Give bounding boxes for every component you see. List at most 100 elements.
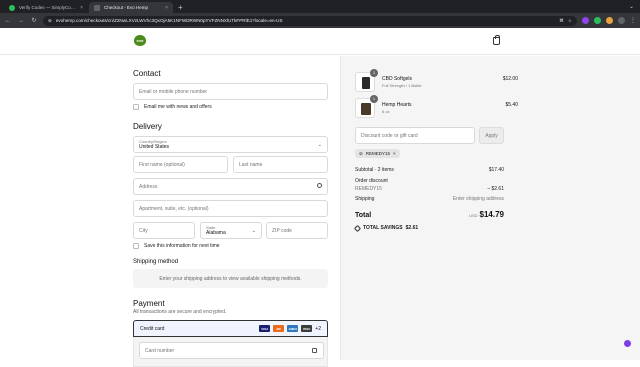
url-bar[interactable]: ⊜ evohemp.com/checkouts/cn/Z2NwLXVzLWVhc… [43,15,577,26]
credit-card-label: Credit card [140,325,165,332]
reload-icon[interactable]: ↻ [30,17,38,24]
chevron-down-icon: ⌄ [251,228,256,234]
address-bar-row: ← → ↻ ⊜ evohemp.com/checkouts/cn/Z2NwLXV… [0,13,640,28]
applied-discount-chip: ⊘ REMEDY15 × [355,149,400,158]
bookmark-star-icon[interactable]: ☆ [568,18,572,24]
savings-label: TOTAL SAVINGS [363,225,403,231]
contact-heading: Contact [133,69,161,78]
tag-icon [353,224,362,232]
new-tab-button[interactable]: + [174,2,187,13]
search-icon [317,183,322,188]
first-name-field[interactable]: First name (optional) [133,156,228,173]
apply-button[interactable]: Apply [479,127,504,144]
discount-value: – $2.61 [487,186,504,192]
close-icon[interactable]: × [165,5,168,11]
lock-icon [312,348,317,353]
extension-icon[interactable] [582,17,589,24]
item-price: $5.40 [505,102,518,108]
item-variant: 8 oz [382,109,390,114]
credit-card-form: Card number [133,337,328,367]
profile-avatar[interactable] [618,17,625,24]
total-value: $14.79 [479,210,504,219]
currency-label: USD [469,213,478,218]
product-thumbnail: 1 [355,69,378,92]
total-label: Total [355,212,372,219]
quantity-badge: 1 [370,69,378,77]
city-field[interactable]: City [133,222,195,239]
delivery-heading: Delivery [133,122,162,131]
zip-field[interactable]: ZIP code [266,222,328,239]
extension-icon[interactable] [606,17,613,24]
email-field[interactable]: Email or mobile phone number [133,83,328,100]
discount-code-label: REMEDY15 [355,186,382,192]
payment-heading: Payment [133,299,165,308]
evo-hemp-logo[interactable]: evo [134,35,146,46]
total-savings: TOTAL SAVINGS $2.61 [353,224,419,232]
chevron-down-icon: ⌄ [317,142,322,148]
newsletter-label: Email me with news and offers [144,104,212,110]
line-item: 1 Hemp Hearts 8 oz $5.40 [355,95,518,120]
floating-extension-button[interactable] [624,340,631,347]
save-info-checkbox-row[interactable]: Save this information for next time [133,243,220,249]
newsletter-checkbox[interactable] [133,104,139,110]
state-value: Alabama [206,230,226,236]
tab-checkout[interactable]: Checkout - Evo Hemp × [89,2,173,13]
browser-tab-strip: Verify Codes — SimplyCodes × Checkout - … [0,0,640,13]
order-discount-row: Order discount [355,178,504,184]
url-text: evohemp.com/checkouts/cn/Z2NwLXVzLWVhc3Q… [55,18,283,23]
total-row: Total USD $14.79 [355,210,504,219]
tag-icon: ⊘ [359,150,363,156]
item-name: CBD Softgels [382,76,413,82]
simplycodes-favicon-icon [9,4,15,11]
tab-title: Verify Codes — SimplyCodes [19,5,77,10]
shopping-bag-icon[interactable] [493,35,500,45]
shipping-value: Enter shipping address [452,196,504,202]
country-value: United States [139,144,170,150]
address-field[interactable]: Address [133,178,328,195]
shipping-row: Shipping Enter shipping address [355,196,504,202]
card-logos: VISA MC AMEX DISC +2 [259,325,321,332]
shipping-label: Shipping [355,196,375,202]
subtotal-value: $17.40 [488,167,504,173]
line-item: 1 CBD Softgels Full Strength / 1 Bottle … [355,69,518,94]
back-icon[interactable]: ← [4,18,12,24]
amex-icon: AMEX [287,325,299,332]
card-number-field[interactable]: Card number [139,342,324,359]
country-select[interactable]: Country/Region United States ⌄ [133,136,328,153]
subtotal-label: Subtotal · 2 items [355,167,394,173]
translate-icon[interactable]: ⌘ [559,18,564,24]
more-cards-label: +2 [315,325,321,332]
discount-code-input[interactable]: Discount code or gift card [355,127,475,144]
tab-simplycodes[interactable]: Verify Codes — SimplyCodes × [4,2,88,13]
card-number-placeholder: Card number [145,347,175,354]
browser-menu-icon[interactable]: ⋮ [630,17,636,24]
order-discount-label: Order discount [355,178,388,184]
applied-code: REMEDY15 [365,151,391,156]
tab-search-icon[interactable]: ⌄ [629,3,634,10]
forward-icon[interactable]: → [17,18,25,24]
subtotal-row: Subtotal · 2 items $17.40 [355,167,504,173]
site-info-icon[interactable]: ⊜ [48,18,52,24]
remove-discount-icon[interactable]: × [393,151,396,156]
item-name: Hemp Hearts [382,102,412,108]
save-info-checkbox[interactable] [133,243,139,249]
discover-icon: DISC [301,325,313,332]
checkout-main: Contact Email or mobile phone number Ema… [0,56,640,367]
newsletter-checkbox-row[interactable]: Email me with news and offers [133,104,212,110]
apartment-field[interactable]: Apartment, suite, etc. (optional) [133,200,328,217]
credit-card-option[interactable]: Credit card VISA MC AMEX DISC +2 [133,320,328,337]
order-summary: 1 CBD Softgels Full Strength / 1 Bottle … [340,56,640,360]
address-placeholder: Address [139,183,158,190]
shipping-info-box: Enter your shipping address to view avai… [133,269,328,288]
discount-code-row: REMEDY15 – $2.61 [355,186,504,192]
payment-subtext: All transactions are secure and encrypte… [133,309,227,315]
last-name-field[interactable]: Last name [233,156,328,173]
tab-title: Checkout - Evo Hemp [104,5,149,10]
save-info-label: Save this information for next time [144,243,220,249]
close-icon[interactable]: × [80,5,83,11]
state-select[interactable]: State Alabama ⌄ [200,222,262,239]
savings-value: $2.61 [405,225,419,231]
checkout-header: evo [0,28,640,55]
simplycodes-extension-icon[interactable] [594,17,601,24]
mastercard-icon: MC [273,325,285,332]
